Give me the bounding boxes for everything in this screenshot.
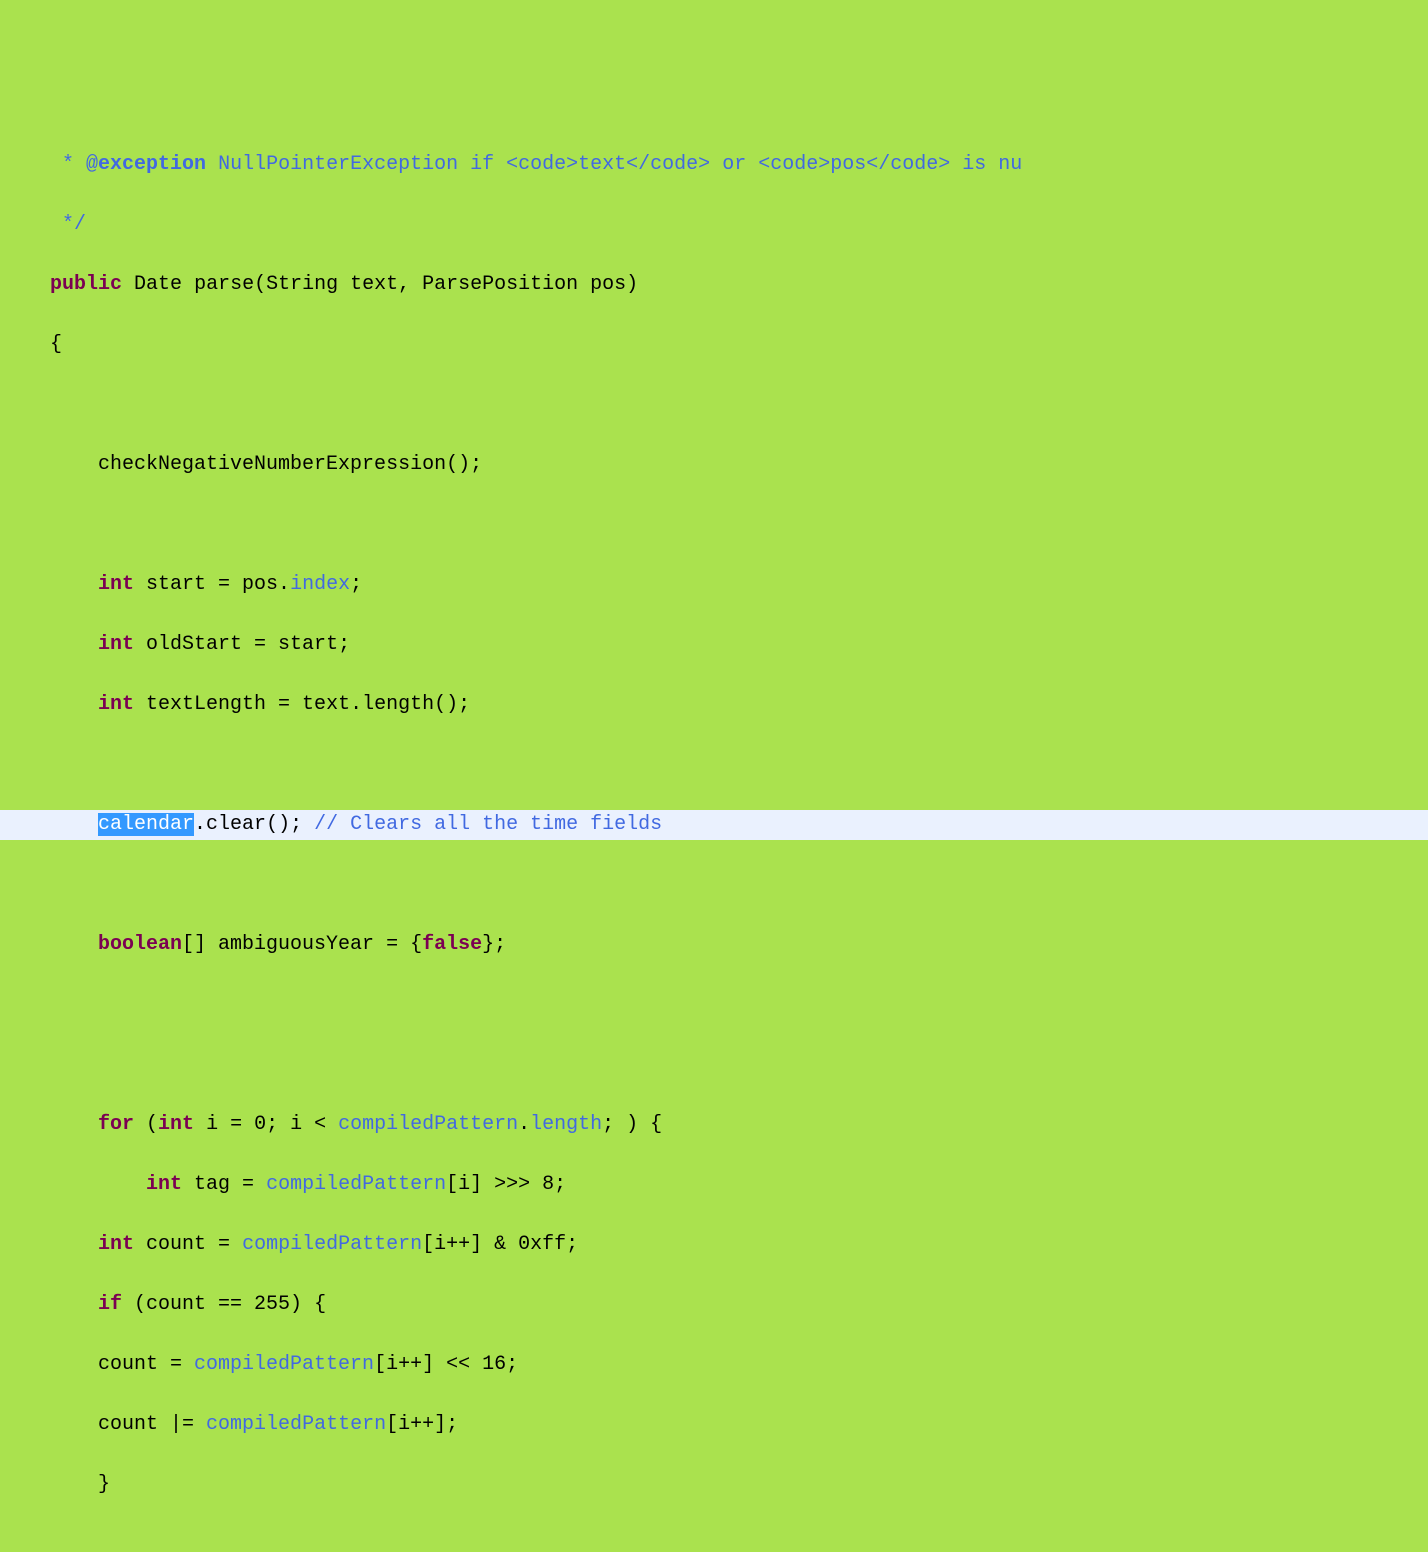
keyword-int: int: [146, 1173, 182, 1196]
code-line: [0, 870, 1428, 900]
keyword-int: int: [158, 1113, 194, 1136]
code-editor[interactable]: * @exception NullPointerException if <co…: [0, 120, 1428, 1552]
javadoc-comment: * @exception NullPointerException if <co…: [38, 153, 1022, 176]
code-line: * @exception NullPointerException if <co…: [0, 150, 1428, 180]
code-line: if (count == 255) {: [0, 1290, 1428, 1320]
code-line: count = compiledPattern[i++] << 16;: [0, 1350, 1428, 1380]
code-line-highlighted: calendar.clear(); // Clears all the time…: [0, 810, 1428, 840]
code-line: [0, 1530, 1428, 1552]
code-line: boolean[] ambiguousYear = {false};: [0, 930, 1428, 960]
keyword-public: public: [50, 273, 122, 296]
selected-text[interactable]: calendar: [98, 813, 194, 836]
code-line: [0, 990, 1428, 1020]
line-comment: // Clears all the time fields: [314, 813, 662, 836]
keyword-false: false: [422, 933, 482, 956]
keyword-int: int: [98, 633, 134, 656]
code-line: [0, 1050, 1428, 1080]
code-line: {: [0, 330, 1428, 360]
code-line: */: [0, 210, 1428, 240]
code-line: checkNegativeNumberExpression();: [0, 450, 1428, 480]
code-line: int oldStart = start;: [0, 630, 1428, 660]
keyword-int: int: [98, 573, 134, 596]
code-line: public Date parse(String text, ParsePosi…: [0, 270, 1428, 300]
code-line: [0, 510, 1428, 540]
keyword-int: int: [98, 1233, 134, 1256]
code-line: count |= compiledPattern[i++];: [0, 1410, 1428, 1440]
code-line: int tag = compiledPattern[i] >>> 8;: [0, 1170, 1428, 1200]
code-line: }: [0, 1470, 1428, 1500]
code-line: int start = pos.index;: [0, 570, 1428, 600]
keyword-int: int: [98, 693, 134, 716]
javadoc-close: */: [38, 213, 86, 236]
code-line: int count = compiledPattern[i++] & 0xff;: [0, 1230, 1428, 1260]
code-line: for (int i = 0; i < compiledPattern.leng…: [0, 1110, 1428, 1140]
keyword-for: for: [98, 1113, 134, 1136]
keyword-if: if: [98, 1293, 122, 1316]
code-line: int textLength = text.length();: [0, 690, 1428, 720]
code-line: [0, 390, 1428, 420]
keyword-boolean: boolean: [98, 933, 182, 956]
